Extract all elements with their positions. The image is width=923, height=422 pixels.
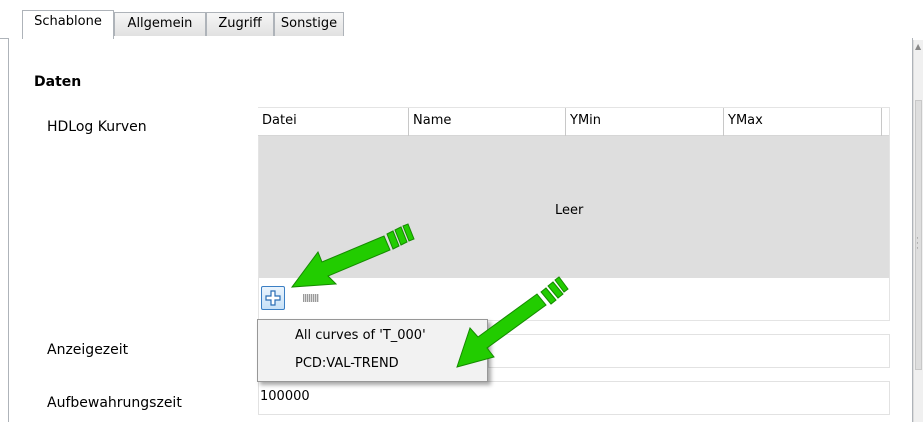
hdlog-table-header: Datei Name YMin YMax [258, 108, 889, 136]
plus-icon [265, 290, 281, 306]
scrollbar-grip-icon: · · · [916, 234, 919, 254]
hdlog-label: HDLog Kurven [47, 119, 147, 135]
column-header-datei[interactable]: Datei [258, 108, 409, 136]
column-header-ymax[interactable]: YMax [724, 108, 882, 136]
tab-schablone[interactable]: Schablone [22, 10, 114, 39]
remove-curve-button[interactable] [303, 294, 319, 302]
empty-placeholder: Leer [555, 203, 584, 218]
scroll-up-icon[interactable]: ▲ [915, 42, 921, 51]
vertical-scrollbar[interactable]: ▲ · · · [913, 40, 923, 422]
section-title: Daten [34, 74, 82, 90]
aufbewahrungszeit-label: Aufbewahrungszeit [47, 395, 182, 411]
column-header-ymin[interactable]: YMin [566, 108, 724, 136]
column-header-name[interactable]: Name [409, 108, 566, 136]
menu-item-all-curves[interactable]: All curves of 'T_000' [295, 325, 480, 347]
menu-item-pcd-val-trend[interactable]: PCD:VAL-TREND [295, 353, 480, 375]
add-curve-menu: All curves of 'T_000' PCD:VAL-TREND [257, 319, 488, 382]
anzeigezeit-label: Anzeigezeit [47, 342, 129, 358]
add-curve-button[interactable] [261, 286, 285, 310]
tab-zugriff[interactable]: Zugriff [206, 12, 274, 36]
aufbewahrungszeit-input[interactable]: 100000 [258, 381, 890, 415]
tab-sonstige[interactable]: Sonstige [274, 12, 344, 36]
tab-allgemein[interactable]: Allgemein [114, 12, 206, 36]
tab-bar: Schablone Allgemein Zugriff Sonstige [0, 0, 923, 40]
anzeigezeit-input[interactable] [488, 334, 890, 368]
